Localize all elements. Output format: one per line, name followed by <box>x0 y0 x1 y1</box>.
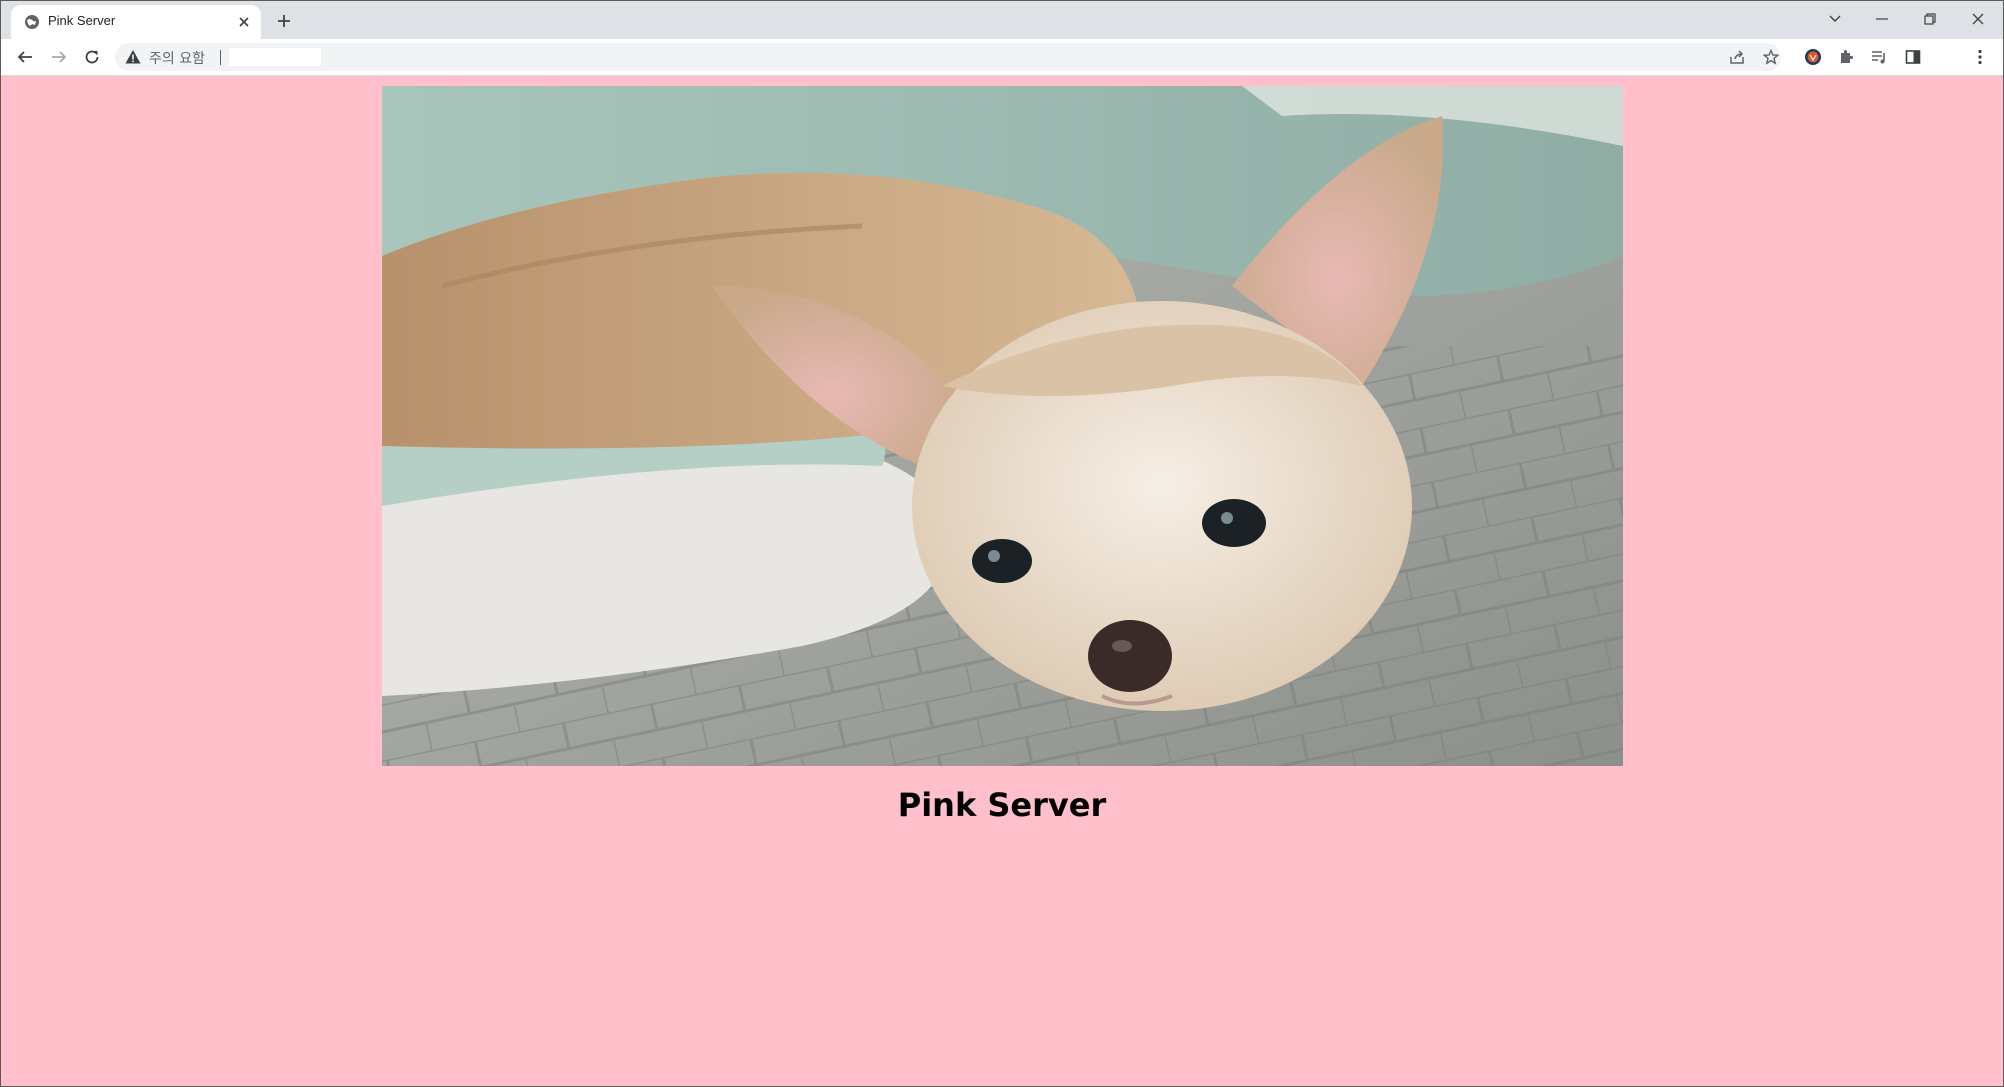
restore-button[interactable] <box>1916 7 1944 31</box>
extension-avatar-button[interactable] <box>1801 45 1825 69</box>
window-close-button[interactable] <box>1964 7 1992 31</box>
page-heading: Pink Server <box>897 786 1107 824</box>
reload-icon <box>85 50 99 64</box>
forward-button[interactable] <box>47 45 71 69</box>
reload-button[interactable] <box>80 45 104 69</box>
new-tab-button[interactable] <box>273 10 295 32</box>
extension-avatar-icon <box>1805 49 1821 65</box>
security-status-label[interactable]: 주의 요함 <box>149 48 205 68</box>
side-panel-icon <box>1905 50 1921 64</box>
page-content: Pink Server <box>1 76 2003 1086</box>
menu-button[interactable] <box>1968 45 1992 69</box>
close-icon <box>239 17 249 27</box>
tab-close-button[interactable] <box>235 13 253 31</box>
media-queue-icon <box>1872 51 1885 64</box>
browser-window: Pink Server 주의 요함 Pink Server <box>0 0 2004 1087</box>
share-icon <box>1730 50 1744 64</box>
arrow-left-icon <box>17 51 32 63</box>
close-icon <box>1972 13 1984 25</box>
address-separator <box>220 50 221 65</box>
share-button[interactable] <box>1725 45 1749 69</box>
kebab-menu-icon <box>1978 49 1982 65</box>
star-icon <box>1763 49 1779 65</box>
minimize-icon <box>1876 18 1888 20</box>
arrow-right-icon <box>52 51 67 63</box>
address-bar[interactable]: 주의 요함 <box>115 43 1781 71</box>
toolbar: 주의 요함 <box>1 39 2003 76</box>
chevron-down-icon <box>1829 15 1841 22</box>
restore-icon <box>1924 13 1936 25</box>
puzzle-icon <box>1841 50 1853 63</box>
media-queue-button[interactable] <box>1867 45 1891 69</box>
side-panel-button[interactable] <box>1901 45 1925 69</box>
plus-icon <box>278 15 290 27</box>
dog-photo <box>382 86 1623 766</box>
minimize-button[interactable] <box>1868 7 1896 31</box>
tab-pink-server[interactable]: Pink Server <box>11 5 261 39</box>
extensions-button[interactable] <box>1834 45 1858 69</box>
globe-icon <box>25 15 39 29</box>
tab-search-button[interactable] <box>1821 7 1849 31</box>
warning-icon[interactable] <box>125 49 141 65</box>
url-text[interactable] <box>229 48 321 66</box>
bookmark-button[interactable] <box>1759 45 1783 69</box>
tab-strip: Pink Server <box>1 1 2003 39</box>
tab-title: Pink Server <box>48 13 116 28</box>
back-button[interactable] <box>13 45 37 69</box>
